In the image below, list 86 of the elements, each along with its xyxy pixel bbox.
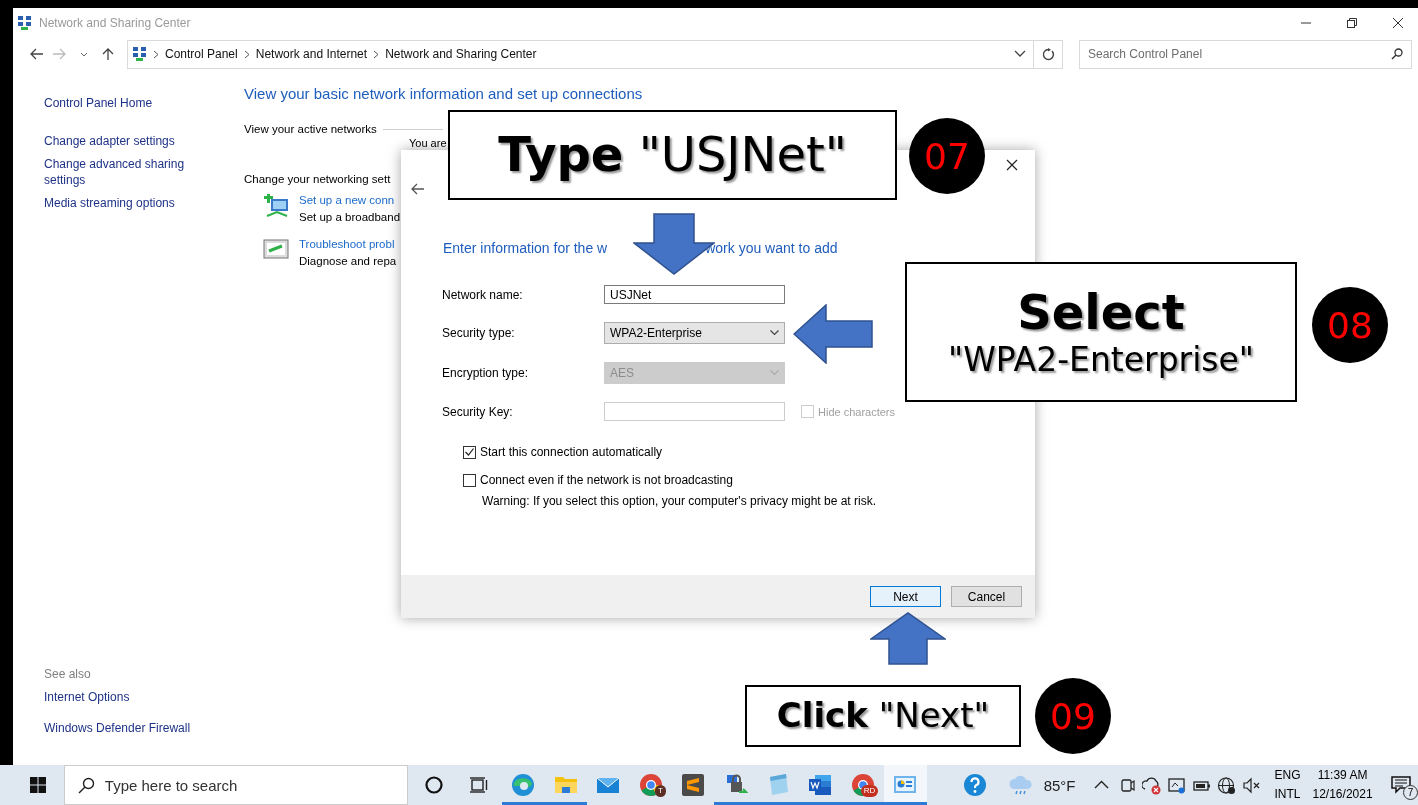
task-description: Set up a broadband <box>299 211 401 223</box>
checkmark-icon <box>465 448 474 456</box>
network-troubleshoot-icon <box>263 238 289 262</box>
window-title: Network and Sharing Center <box>39 16 191 30</box>
up-arrow-icon <box>101 47 115 61</box>
task-description: Diagnose and repa <box>299 255 397 267</box>
network-setup-icon <box>263 194 289 218</box>
windows-logo-icon <box>30 777 47 793</box>
back-arrow-icon <box>410 182 424 196</box>
task-view-icon <box>470 776 489 794</box>
display-icon[interactable] <box>1166 775 1186 795</box>
speech-bubble-icon <box>1390 776 1411 794</box>
close-icon <box>1006 158 1018 171</box>
arrow-icon <box>793 304 873 364</box>
field-label: Security type: <box>442 326 516 340</box>
sidebar-link[interactable]: Windows Defender Firewall <box>44 720 194 736</box>
checkbox-label: Hide characters <box>818 405 896 418</box>
dialog-button[interactable]: Next <box>870 586 941 607</box>
chevron-right-icon <box>153 49 159 59</box>
back-arrow-icon <box>29 47 43 61</box>
search-icon <box>77 776 95 794</box>
taskbar-app-button[interactable]: T <box>629 765 672 805</box>
task-link[interactable]: Set up a new conn <box>299 194 401 206</box>
chevron-right-icon <box>373 49 380 59</box>
network-status-text: You are <box>409 137 448 149</box>
globe-icon[interactable] <box>1216 775 1236 795</box>
language-indicator[interactable]: ENG INTL <box>1274 766 1301 804</box>
forward-arrow-icon <box>53 47 67 61</box>
breadcrumb-item[interactable]: Network and Internet <box>249 47 374 61</box>
taskbar-search-field[interactable]: Type here to search <box>63 765 408 805</box>
browser-swirl-icon <box>511 773 536 797</box>
speaker-muted-icon[interactable] <box>1241 775 1261 795</box>
section-label: See also <box>44 667 92 681</box>
cloud-error-icon[interactable] <box>1141 775 1161 795</box>
dialog-heading: Enter information for the w <box>443 240 608 256</box>
field-label: Network name: <box>442 287 524 302</box>
question-mark-icon <box>963 773 988 797</box>
callout-text: "WPA2-Enterprise" <box>948 340 1254 379</box>
section-label: Change your networking sett <box>244 173 392 185</box>
section-label: View your active networks <box>244 123 377 135</box>
warning-text: Warning: If you select this option, your computer's privacy might be at risk. <box>482 494 877 508</box>
close-icon <box>1392 17 1404 29</box>
field-label: Security Key: <box>442 404 514 419</box>
chevron-down-icon <box>770 370 779 376</box>
arrow-icon <box>870 612 946 665</box>
checkbox[interactable] <box>463 445 476 459</box>
sidebar-link[interactable]: Internet Options <box>44 689 194 705</box>
chevron-down-icon <box>1014 50 1026 58</box>
network-icon <box>132 46 147 62</box>
page-heading: View your basic network information and set up connections <box>244 84 644 104</box>
task-link[interactable]: Troubleshoot probl <box>299 238 397 250</box>
chevron-right-icon <box>243 49 250 59</box>
notification-count: 7 <box>1402 785 1418 800</box>
circle-icon <box>425 776 444 794</box>
checkbox-label: Connect even if the network is not broadcasting <box>480 473 733 487</box>
checkbox[interactable] <box>463 473 476 487</box>
clock[interactable]: 11:39 AM 12/16/2021 <box>1312 766 1373 804</box>
callout-text: Type "USJNet" <box>498 127 847 183</box>
callout-text: Click "Next" <box>776 696 990 736</box>
breadcrumb-item[interactable]: Network and Sharing Center <box>379 47 543 61</box>
code-editor-icon <box>681 773 706 797</box>
checkbox-label: Start this connection automatically <box>480 445 663 459</box>
refresh-icon <box>1041 47 1055 61</box>
input-field[interactable] <box>604 402 785 421</box>
restore-icon <box>1346 17 1358 29</box>
sidebar-link[interactable]: Media streaming options <box>44 195 194 211</box>
field-label: Encryption type: <box>442 366 530 380</box>
document-icon <box>808 773 833 797</box>
search-icon <box>1391 48 1403 60</box>
callout-text: Select <box>1017 285 1185 341</box>
dropdown[interactable]: WPA2-Enterprise <box>604 322 785 344</box>
app-badge: T <box>654 785 666 797</box>
taskbar-app-button[interactable] <box>884 765 927 805</box>
notifications-button[interactable]: 7 <box>1390 770 1418 800</box>
dropdown: AES <box>604 362 785 384</box>
input-field[interactable]: USJNet <box>604 285 785 304</box>
sidebar-link[interactable]: Change advanced sharing settings <box>44 156 194 188</box>
search-field[interactable]: Search Control Panel <box>1079 39 1412 69</box>
network-icon <box>17 15 32 31</box>
sidebar-link[interactable]: Change adapter settings <box>44 133 194 149</box>
dialog-button[interactable]: Cancel <box>951 586 1022 607</box>
temperature-text[interactable]: 85°F <box>1043 776 1076 794</box>
address-bar[interactable]: Control Panel Network and Internet Network and Sharing Center <box>127 39 1063 69</box>
sidebar-link[interactable]: Control Panel Home <box>44 95 194 111</box>
chevron-down-icon <box>770 330 779 336</box>
breadcrumb-item[interactable]: Control Panel <box>159 47 244 61</box>
